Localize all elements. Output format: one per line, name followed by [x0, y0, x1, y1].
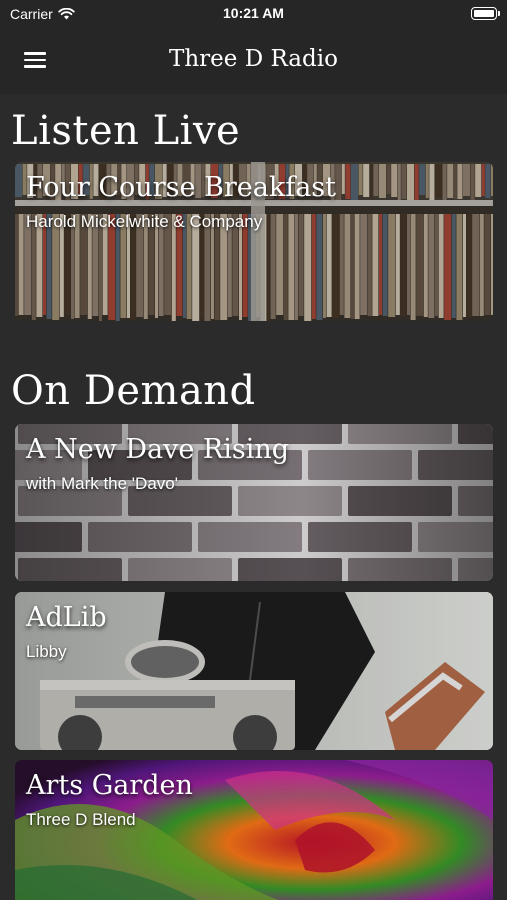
navigation-bar: Three D Radio: [0, 30, 507, 94]
program-host: with Mark the 'Davo': [26, 474, 178, 493]
status-time: 10:21 AM: [223, 5, 284, 21]
program-title: AdLib: [26, 602, 107, 633]
program-host: Three D Blend: [26, 810, 136, 829]
program-card-arts-garden[interactable]: Arts Garden Three D Blend: [15, 760, 493, 900]
program-title: Arts Garden: [26, 770, 193, 801]
on-demand-heading: On Demand: [11, 368, 256, 414]
listen-live-card[interactable]: Four Course Breakfast Harold Mickelwhite…: [15, 162, 493, 321]
live-show-title: Four Course Breakfast: [26, 172, 336, 203]
listen-live-heading: Listen Live: [11, 108, 241, 154]
app-title: Three D Radio: [169, 46, 338, 72]
live-show-host: Harold Mickelwhite & Company: [26, 212, 263, 231]
program-host: Libby: [26, 642, 67, 661]
battery-icon: [471, 7, 500, 20]
program-card-adlib[interactable]: AdLib Libby: [15, 592, 493, 750]
program-card-a-new-dave-rising[interactable]: A New Dave Rising with Mark the 'Davo': [15, 424, 493, 581]
program-title: A New Dave Rising: [26, 434, 290, 465]
status-bar: Carrier 10:21 AM: [0, 0, 507, 30]
